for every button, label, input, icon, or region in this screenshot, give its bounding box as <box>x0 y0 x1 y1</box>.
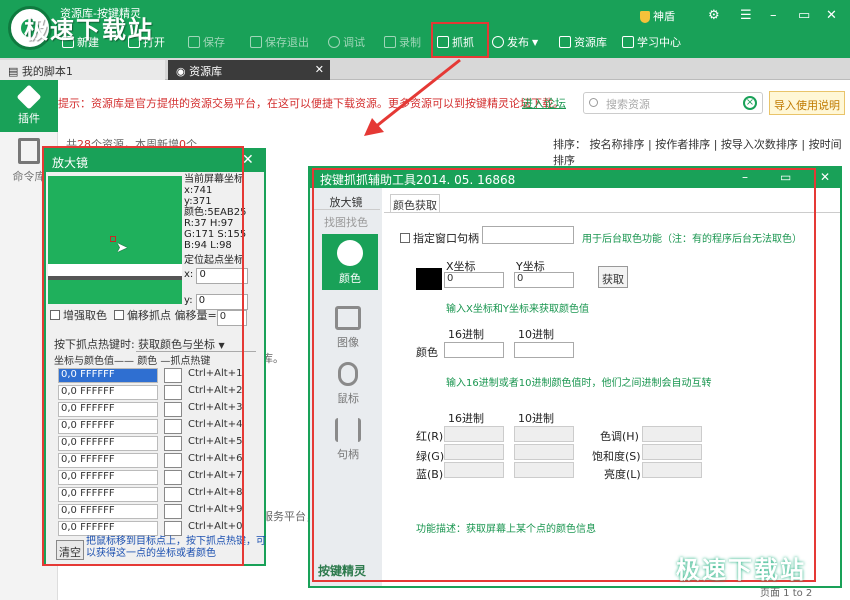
save-icon <box>188 36 200 48</box>
gear-icon[interactable]: ⚙ <box>708 8 720 23</box>
sort-by-name[interactable]: 按名称排序 <box>590 138 645 151</box>
watermark: 极速下载站 <box>676 556 806 584</box>
forum-link[interactable]: 进入论坛 <box>522 95 566 111</box>
import-help-button[interactable]: 导入使用说明 <box>769 91 845 115</box>
publish-icon <box>492 36 504 48</box>
sort-by-author[interactable]: 按作者排序 <box>655 138 710 151</box>
sort-bar: 排序： 按名称排序 | 按作者排序 | 按导入次数排序 | 按时间排序 <box>553 138 842 167</box>
learn-icon <box>622 36 634 48</box>
tab-resource-lib[interactable]: ◉ 资源库 ✕ <box>168 60 330 80</box>
script-icon: ▤ <box>8 65 22 78</box>
annotation-box-magnifier <box>42 146 244 566</box>
save-exit-icon <box>250 36 262 48</box>
learning-center-button[interactable]: 学习中心 <box>622 32 681 52</box>
debug-button[interactable]: 调试 <box>328 32 365 52</box>
clear-search-icon[interactable]: × <box>743 96 757 110</box>
maximize-icon[interactable]: ▭ <box>798 8 810 23</box>
menu-icon[interactable]: ☰ <box>740 8 752 23</box>
save-exit-button[interactable]: 保存退出 <box>250 32 309 52</box>
record-button[interactable]: 录制 <box>384 32 421 52</box>
debug-icon <box>328 36 340 48</box>
notice-text: 提示：资源库是官方提供的资源交易平台，在这可以便捷下载资源。更多资源可以到按键精… <box>58 97 564 110</box>
globe-icon: ◉ <box>176 65 190 78</box>
save-button[interactable]: 保存 <box>188 32 225 52</box>
close-icon[interactable]: ✕ <box>826 8 837 23</box>
sidebar-item-plugin[interactable]: 插件 <box>0 80 58 132</box>
shield-button[interactable]: 神盾 <box>640 8 675 24</box>
book-icon <box>18 138 40 164</box>
tab-my-script[interactable]: ▤ 我的脚本1 <box>0 60 165 80</box>
shield-icon <box>640 11 650 23</box>
capture-highlight-box <box>431 22 489 58</box>
resource-lib-button[interactable]: 资源库 <box>559 32 607 52</box>
annotation-arrow <box>364 58 461 136</box>
search-icon <box>589 98 598 107</box>
watermark: 极速下载站 <box>24 16 154 44</box>
minimize-icon[interactable]: – <box>770 8 777 23</box>
publish-button[interactable]: 发布 ▼ <box>492 32 538 52</box>
record-icon <box>384 36 396 48</box>
tab-close-icon[interactable]: ✕ <box>315 63 324 76</box>
close-icon[interactable]: ✕ <box>820 170 830 184</box>
annotation-box-capture <box>312 168 816 582</box>
sort-by-imports[interactable]: 按导入次数排序 <box>721 138 798 151</box>
chevron-down-icon: ▼ <box>532 37 539 47</box>
plus-icon <box>559 36 571 48</box>
search-input[interactable]: 搜索资源 <box>583 92 763 114</box>
